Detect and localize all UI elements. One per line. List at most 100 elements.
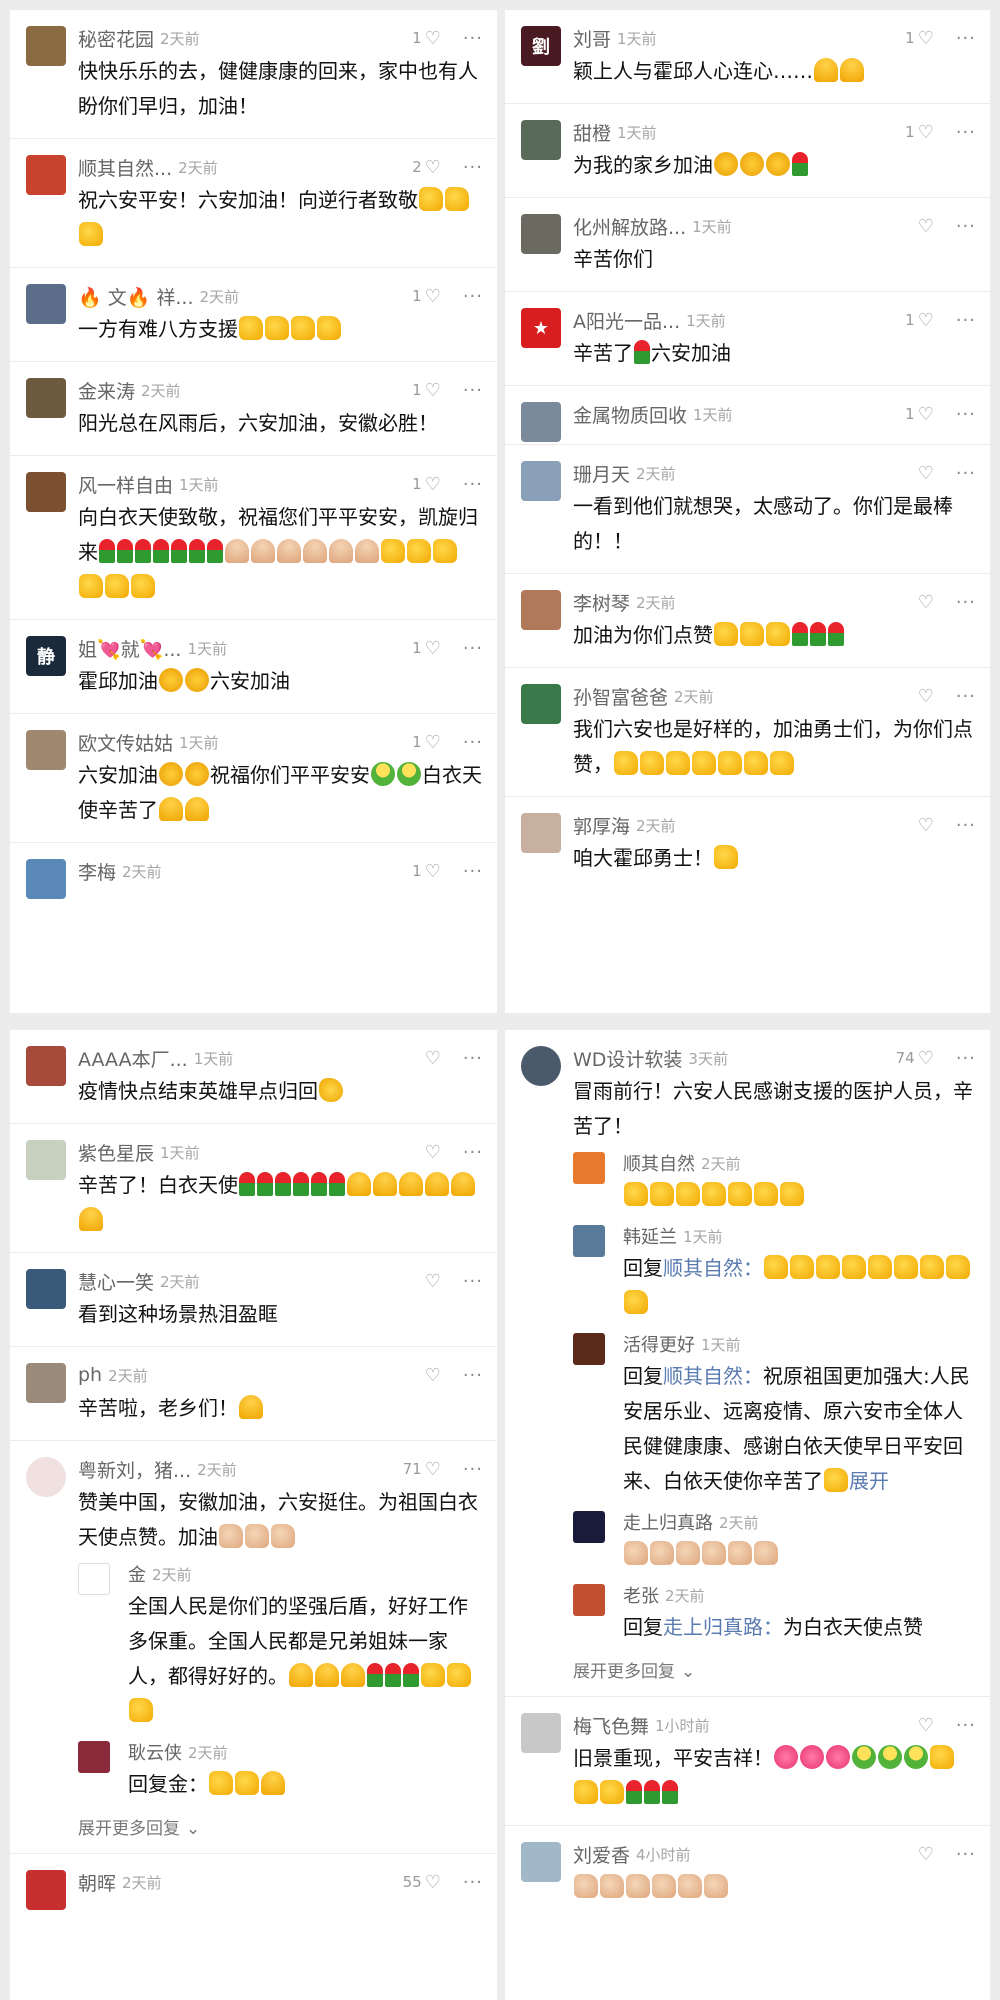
heart-icon[interactable]: ♡: [918, 1715, 934, 1736]
more-icon[interactable]: ···: [463, 474, 483, 495]
heart-icon[interactable]: ♡: [918, 216, 934, 237]
reply-avatar[interactable]: [573, 1152, 605, 1184]
avatar[interactable]: [26, 859, 66, 899]
more-icon[interactable]: ···: [463, 157, 483, 178]
username[interactable]: 孙智富爸爸: [573, 683, 668, 710]
reply-target[interactable]: 走上归真路：: [663, 1615, 783, 1639]
more-icon[interactable]: ···: [463, 380, 483, 401]
more-icon[interactable]: ···: [956, 28, 976, 49]
heart-icon[interactable]: ♡: [425, 286, 441, 307]
username[interactable]: 李梅: [78, 858, 116, 885]
username[interactable]: 慧心一笑: [78, 1268, 154, 1295]
avatar[interactable]: [521, 1842, 561, 1882]
more-icon[interactable]: ···: [463, 1048, 483, 1069]
username[interactable]: 欧文传姑姑: [78, 729, 173, 756]
more-icon[interactable]: ···: [956, 686, 976, 707]
heart-icon[interactable]: ♡: [425, 638, 441, 659]
reply-username[interactable]: 耿云侠: [128, 1739, 182, 1765]
avatar[interactable]: [521, 590, 561, 630]
more-icon[interactable]: ···: [956, 1048, 976, 1069]
expand-text-link[interactable]: 展开: [849, 1469, 889, 1493]
username[interactable]: 梅飞色舞: [573, 1712, 649, 1739]
more-icon[interactable]: ···: [956, 216, 976, 237]
heart-icon[interactable]: ♡: [918, 310, 934, 331]
heart-icon[interactable]: ♡: [425, 1459, 441, 1480]
username[interactable]: 刘哥: [573, 25, 611, 52]
more-icon[interactable]: ···: [956, 310, 976, 331]
more-icon[interactable]: ···: [463, 638, 483, 659]
reply-avatar[interactable]: [78, 1563, 110, 1595]
more-icon[interactable]: ···: [463, 1365, 483, 1386]
avatar[interactable]: [521, 813, 561, 853]
more-icon[interactable]: ···: [956, 592, 976, 613]
avatar[interactable]: 劉: [521, 26, 561, 66]
more-icon[interactable]: ···: [956, 1844, 976, 1865]
reply-avatar[interactable]: [573, 1584, 605, 1616]
avatar[interactable]: [26, 378, 66, 418]
reply-target[interactable]: 顺其自然：: [663, 1256, 763, 1280]
username[interactable]: 化州解放路...: [573, 213, 686, 240]
more-icon[interactable]: ···: [463, 1459, 483, 1480]
username[interactable]: 李树琴: [573, 589, 630, 616]
more-icon[interactable]: ···: [956, 404, 976, 425]
username[interactable]: 粤新刘，猪...: [78, 1456, 191, 1483]
reply-username[interactable]: 韩延兰: [623, 1223, 677, 1249]
avatar[interactable]: [26, 472, 66, 512]
heart-icon[interactable]: ♡: [425, 1048, 441, 1069]
avatar[interactable]: [26, 155, 66, 195]
reply-avatar[interactable]: [573, 1511, 605, 1543]
expand-replies-button[interactable]: 展开更多回复 ⌄: [78, 1806, 483, 1853]
more-icon[interactable]: ···: [956, 1715, 976, 1736]
avatar[interactable]: [26, 1870, 66, 1910]
avatar[interactable]: [521, 120, 561, 160]
avatar[interactable]: [26, 1269, 66, 1309]
avatar[interactable]: [521, 402, 561, 442]
username[interactable]: 珊月天: [573, 460, 630, 487]
heart-icon[interactable]: ♡: [425, 1271, 441, 1292]
expand-replies-button[interactable]: 展开更多回复 ⌄: [573, 1649, 976, 1696]
more-icon[interactable]: ···: [956, 463, 976, 484]
heart-icon[interactable]: ♡: [918, 686, 934, 707]
reply-username[interactable]: 金: [128, 1561, 146, 1587]
username[interactable]: 金属物质回收: [573, 401, 687, 428]
reply-username[interactable]: 老张: [623, 1582, 659, 1608]
avatar[interactable]: 静: [26, 636, 66, 676]
heart-icon[interactable]: ♡: [918, 1844, 934, 1865]
avatar[interactable]: [26, 1046, 66, 1086]
avatar[interactable]: ★: [521, 308, 561, 348]
heart-icon[interactable]: ♡: [425, 1365, 441, 1386]
avatar[interactable]: [521, 461, 561, 501]
more-icon[interactable]: ···: [463, 732, 483, 753]
username[interactable]: 🔥 文🔥 祥...: [78, 283, 194, 310]
reply-username[interactable]: 顺其自然: [623, 1150, 695, 1176]
heart-icon[interactable]: ♡: [918, 1048, 934, 1069]
reply-username[interactable]: 活得更好: [623, 1331, 695, 1357]
heart-icon[interactable]: ♡: [918, 463, 934, 484]
heart-icon[interactable]: ♡: [425, 1872, 441, 1893]
heart-icon[interactable]: ♡: [425, 1142, 441, 1163]
reply-avatar[interactable]: [573, 1225, 605, 1257]
reply-username[interactable]: 走上归真路: [623, 1509, 713, 1535]
username[interactable]: ph: [78, 1364, 102, 1386]
avatar[interactable]: [26, 730, 66, 770]
heart-icon[interactable]: ♡: [425, 28, 441, 49]
reply-avatar[interactable]: [78, 1741, 110, 1773]
username[interactable]: 紫色星辰: [78, 1139, 154, 1166]
avatar[interactable]: [521, 684, 561, 724]
heart-icon[interactable]: ♡: [425, 474, 441, 495]
more-icon[interactable]: ···: [463, 286, 483, 307]
more-icon[interactable]: ···: [463, 1872, 483, 1893]
more-icon[interactable]: ···: [463, 28, 483, 49]
username[interactable]: A阳光一品...: [573, 307, 680, 334]
more-icon[interactable]: ···: [463, 1142, 483, 1163]
heart-icon[interactable]: ♡: [918, 28, 934, 49]
heart-icon[interactable]: ♡: [918, 404, 934, 425]
username[interactable]: 顺其自然...: [78, 154, 172, 181]
heart-icon[interactable]: ♡: [425, 861, 441, 882]
heart-icon[interactable]: ♡: [425, 157, 441, 178]
heart-icon[interactable]: ♡: [918, 122, 934, 143]
more-icon[interactable]: ···: [956, 815, 976, 836]
username[interactable]: 郭厚海: [573, 812, 630, 839]
username[interactable]: 刘爱香: [573, 1841, 630, 1868]
username[interactable]: 朝晖: [78, 1869, 116, 1896]
